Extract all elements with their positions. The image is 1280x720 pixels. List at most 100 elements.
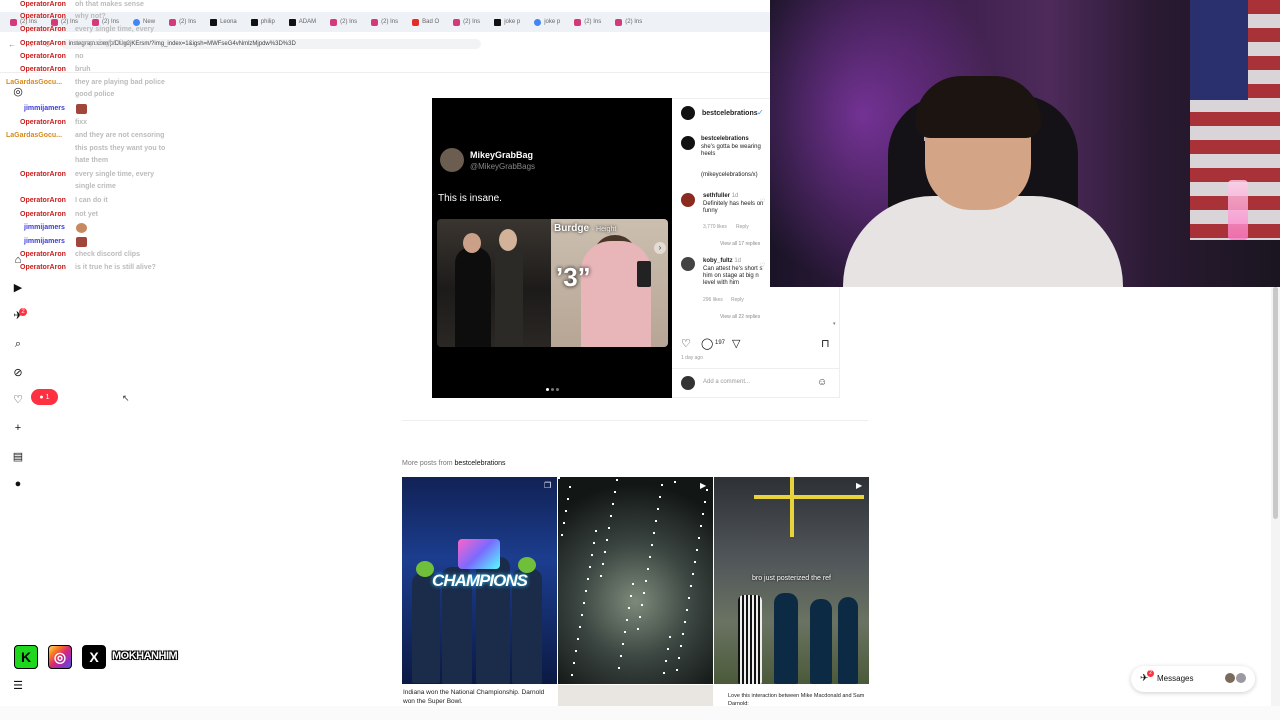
more-post-thumbnail[interactable] xyxy=(558,685,713,707)
more-post-thumbnail[interactable]: CHAMPIONS ❐ xyxy=(402,477,557,684)
confetti-piece xyxy=(600,575,602,577)
tab-favicon-icon xyxy=(330,18,338,26)
comment-like-icon[interactable]: ♡ xyxy=(760,198,765,205)
view-replies-link[interactable]: View all 22 replies xyxy=(720,314,760,320)
browser-tab[interactable]: (2) Ins xyxy=(163,14,202,30)
confetti-piece xyxy=(620,655,622,657)
browser-tab[interactable]: joke p xyxy=(528,14,566,30)
flag-canton xyxy=(1190,0,1248,100)
confetti-piece xyxy=(665,660,667,662)
browser-tab[interactable]: Bad O xyxy=(406,14,445,30)
confetti-piece xyxy=(653,532,655,534)
comment-reply-button[interactable]: Reply xyxy=(736,224,749,230)
chat-text: not yet xyxy=(75,211,98,218)
confetti-piece xyxy=(618,667,620,669)
back-icon[interactable]: ← xyxy=(8,40,16,49)
confetti-piece xyxy=(684,621,686,623)
notifications-heart-icon[interactable]: ♡ xyxy=(11,392,25,406)
caption-avatar[interactable] xyxy=(681,136,695,150)
emoji-icon[interactable]: ☺ xyxy=(817,377,827,388)
save-bookmark-icon[interactable]: ⊓ xyxy=(821,337,830,350)
confetti-piece xyxy=(577,638,579,640)
confetti-piece xyxy=(651,544,653,546)
tweet-text: This is insane. xyxy=(438,193,502,204)
comment-likes[interactable]: 3,770 likes xyxy=(703,224,727,230)
tab-label: (2) Ins xyxy=(179,19,197,25)
browser-tab[interactable]: ADAM xyxy=(283,14,322,30)
chat-text: every single time, every xyxy=(75,26,154,33)
confetti-piece xyxy=(563,522,565,524)
search-icon[interactable]: ⌕ xyxy=(11,337,25,351)
tab-favicon-icon xyxy=(371,18,379,26)
view-replies-link[interactable]: View all 17 replies xyxy=(720,241,760,247)
tweet-photo-couple xyxy=(437,219,551,347)
confetti-piece xyxy=(641,604,643,606)
carousel-next-icon[interactable]: › xyxy=(654,242,666,254)
comment-avatar[interactable] xyxy=(681,257,695,271)
scrollbar-thumb[interactable] xyxy=(1273,287,1278,519)
tab-label: (2) Ins xyxy=(625,19,643,25)
tab-favicon-icon xyxy=(210,18,218,26)
browser-tab[interactable]: (2) Ins xyxy=(609,14,648,30)
confetti-piece xyxy=(686,609,688,611)
confetti-piece xyxy=(614,491,616,493)
browser-tab[interactable]: (2) Ins xyxy=(324,14,363,30)
chat-text: check discord clips xyxy=(75,251,140,258)
tab-favicon-icon xyxy=(412,18,420,26)
tweet-overlay-label: Burdge · Height xyxy=(554,223,617,234)
like-heart-icon[interactable]: ♡ xyxy=(681,337,691,350)
account-name[interactable]: bestcelebrations xyxy=(702,110,758,117)
divider xyxy=(672,368,840,369)
tab-favicon-icon xyxy=(494,18,502,26)
scroll-down-icon[interactable]: ▾ xyxy=(833,321,836,327)
post-overlay-text: CHAMPIONS xyxy=(432,571,528,590)
caption-user[interactable]: bestcelebrations xyxy=(701,136,749,143)
share-icon[interactable]: ▽ xyxy=(732,337,740,350)
add-comment-input[interactable]: Add a comment... xyxy=(703,379,750,385)
more-post-thumbnail[interactable]: bro just posterized the ref ▶ xyxy=(714,477,869,684)
browser-tab[interactable]: Leona xyxy=(204,14,243,30)
comment-icon[interactable]: ◯ xyxy=(701,337,713,350)
confetti-piece xyxy=(567,498,569,500)
confetti-piece xyxy=(667,648,669,650)
profile-avatar-icon[interactable]: ● xyxy=(11,477,25,491)
carousel-dot-active xyxy=(546,388,549,391)
verified-icon: ✓ xyxy=(757,108,764,117)
more-posts-account[interactable]: bestcelebrations xyxy=(455,460,506,467)
comment-avatar[interactable] xyxy=(681,193,695,207)
tweet-author-name: MikeyGrabBag xyxy=(470,150,534,160)
browser-tab[interactable]: (2) Ins xyxy=(365,14,404,30)
confetti-piece xyxy=(630,595,632,597)
confetti-piece xyxy=(610,515,612,517)
chat-username: OperatorAron xyxy=(20,171,66,178)
chat-emote xyxy=(76,104,87,114)
person-icon: ● xyxy=(39,393,44,401)
explore-icon[interactable]: ⊘ xyxy=(11,365,25,379)
chat-text: why not? xyxy=(75,13,106,20)
confetti-piece xyxy=(676,669,678,671)
confetti-piece xyxy=(561,534,563,536)
browser-tab[interactable]: philip xyxy=(245,14,281,30)
carousel-dot xyxy=(556,388,559,391)
chat-username: jimmijamers xyxy=(24,105,65,112)
browser-tab[interactable]: joke p xyxy=(488,14,526,30)
chat-text: hate them xyxy=(75,157,109,164)
comment-likes[interactable]: 296 likes xyxy=(703,297,723,303)
browser-tab[interactable]: (2) Ins xyxy=(568,14,607,30)
confetti-piece xyxy=(632,583,634,585)
chat-username: OperatorAron xyxy=(20,40,66,47)
reels-icon[interactable]: ▶ xyxy=(11,280,25,294)
comment-reply-button[interactable]: Reply xyxy=(731,297,744,303)
create-plus-icon[interactable]: + xyxy=(11,421,25,435)
dashboard-icon[interactable]: ▤ xyxy=(11,449,25,463)
tab-favicon-icon xyxy=(288,18,296,26)
more-post-thumbnail[interactable]: ▶ xyxy=(558,477,713,684)
confetti-piece xyxy=(579,626,581,628)
more-menu-icon[interactable]: ☰ xyxy=(11,678,25,692)
chat-username: jimmijamers xyxy=(24,238,65,245)
account-avatar[interactable] xyxy=(681,106,695,120)
messages-badge: 2 xyxy=(1147,670,1154,677)
confetti-piece xyxy=(706,489,708,491)
browser-tab[interactable]: (2) Ins xyxy=(447,14,486,30)
comment-like-icon[interactable]: ♡ xyxy=(760,262,765,269)
